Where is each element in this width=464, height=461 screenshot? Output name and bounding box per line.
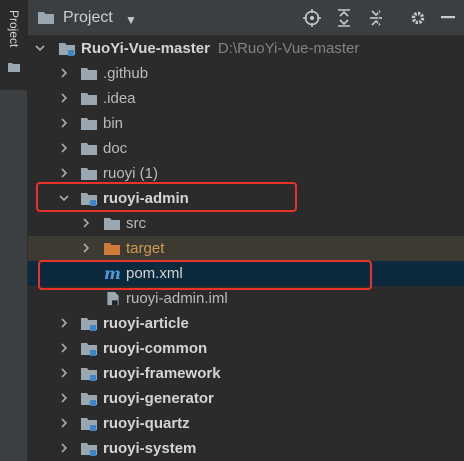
module-folder-icon: [81, 443, 97, 456]
tree-item-ruoyi-framework[interactable]: ruoyi-framework: [28, 361, 464, 386]
view-title[interactable]: Project: [63, 9, 113, 27]
view-dropdown-icon[interactable]: ▼: [125, 13, 137, 27]
tree-item-ruoyi-generator[interactable]: ruoyi-generator: [28, 386, 464, 411]
chevron-down-icon[interactable]: [34, 42, 46, 54]
tree-item-ruoyi-common[interactable]: ruoyi-common: [28, 336, 464, 361]
tree-item-ruoyi-quartz[interactable]: ruoyi-quartz: [28, 411, 464, 436]
chevron-right-icon[interactable]: [58, 67, 70, 79]
folder-icon: [8, 63, 20, 72]
tree-item-label: ruoyi-system: [103, 440, 197, 457]
tree-item-doc[interactable]: doc: [28, 136, 464, 161]
module-folder-icon: [81, 418, 97, 431]
folder-icon: [81, 118, 97, 130]
toolbar-separator: [378, 9, 379, 27]
tree-item-bin[interactable]: bin: [28, 111, 464, 136]
module-folder-icon: [81, 318, 97, 331]
root-path: D:\RuoYi-Vue-master: [217, 40, 360, 57]
tree-item-label: ruoyi-common: [103, 340, 208, 357]
folder-icon: [81, 93, 97, 105]
chevron-right-icon[interactable]: [58, 92, 70, 104]
chevron-right-icon[interactable]: [58, 342, 70, 354]
chevron-right-icon[interactable]: [58, 417, 70, 429]
tree-item-ruoyi-1[interactable]: ruoyi (1): [28, 161, 464, 186]
tree-item-src[interactable]: src: [28, 211, 464, 236]
root-name: RuoYi-Vue-master: [81, 40, 210, 57]
tree-item-ruoyi-system[interactable]: ruoyi-system: [28, 436, 464, 461]
tree-item-label: src: [126, 215, 146, 232]
project-tool-tab[interactable]: Project: [0, 0, 28, 90]
folder-icon: [104, 218, 120, 230]
tree-item-label: ruoyi-admin.iml: [126, 290, 228, 307]
chevron-right-icon[interactable]: [58, 117, 70, 129]
tree-item-github[interactable]: .github: [28, 61, 464, 86]
tree-item-target[interactable]: target: [28, 236, 464, 261]
chevron-right-icon[interactable]: [58, 142, 70, 154]
maven-icon: m: [104, 264, 121, 283]
project-tool-tab-label: Project: [7, 10, 21, 48]
locate-icon[interactable]: [302, 8, 322, 28]
folder-icon: [81, 68, 97, 80]
iml-file-icon: [107, 291, 119, 306]
tree-root-label: RuoYi-Vue-master D:\RuoYi-Vue-master: [81, 40, 359, 57]
tree-item-label: ruoyi-quartz: [103, 415, 190, 432]
folder-icon: [81, 168, 97, 180]
project-folder-icon: [38, 12, 54, 24]
tree-item-label: doc: [103, 140, 128, 157]
tool-window-strip: Project: [0, 0, 28, 461]
tree-root-row[interactable]: RuoYi-Vue-master D:\RuoYi-Vue-master: [28, 36, 464, 61]
tree-item-label: ruoyi-generator: [103, 390, 214, 407]
tree-item-label: ruoyi-article: [103, 315, 189, 332]
chevron-right-icon[interactable]: [58, 167, 70, 179]
chevron-down-icon[interactable]: [58, 192, 70, 204]
tree-item-label: ruoyi-framework: [103, 365, 221, 382]
tree-item-ruoyi-admin[interactable]: ruoyi-admin: [28, 186, 464, 211]
tree-item-pom-xml[interactable]: m pom.xml: [28, 261, 464, 286]
excluded-folder-icon: [104, 243, 120, 255]
chevron-right-icon[interactable]: [58, 317, 70, 329]
folder-icon: [81, 143, 97, 155]
minimize-icon[interactable]: [438, 8, 458, 28]
module-folder-icon: [81, 368, 97, 381]
project-tree: RuoYi-Vue-master D:\RuoYi-Vue-master .git…: [28, 36, 464, 461]
project-toolbar: Project ▼: [28, 0, 464, 36]
tree-item-idea[interactable]: .idea: [28, 86, 464, 111]
chevron-right-icon[interactable]: [80, 217, 92, 229]
tree-item-label: target: [126, 240, 165, 257]
module-folder-icon: [81, 343, 97, 356]
gear-icon[interactable]: [408, 8, 428, 28]
tree-item-ruoyi-admin-iml[interactable]: ruoyi-admin.iml: [28, 286, 464, 311]
module-folder-icon: [59, 43, 75, 56]
tree-item-ruoyi-article[interactable]: ruoyi-article: [28, 311, 464, 336]
chevron-right-icon[interactable]: [58, 367, 70, 379]
collapse-all-icon[interactable]: [366, 8, 386, 28]
module-folder-icon: [81, 393, 97, 406]
tree-item-label: .github: [103, 65, 149, 82]
module-folder-icon: [81, 193, 97, 206]
tree-item-label: bin: [103, 115, 124, 132]
tree-item-label: ruoyi-admin: [103, 190, 189, 207]
tree-item-label: .idea: [103, 90, 136, 107]
chevron-right-icon[interactable]: [58, 442, 70, 454]
tree-item-label: ruoyi (1): [103, 165, 159, 182]
expand-all-icon[interactable]: [334, 8, 354, 28]
tree-item-label: pom.xml: [126, 265, 183, 282]
chevron-right-icon[interactable]: [58, 392, 70, 404]
chevron-right-icon[interactable]: [80, 242, 92, 254]
